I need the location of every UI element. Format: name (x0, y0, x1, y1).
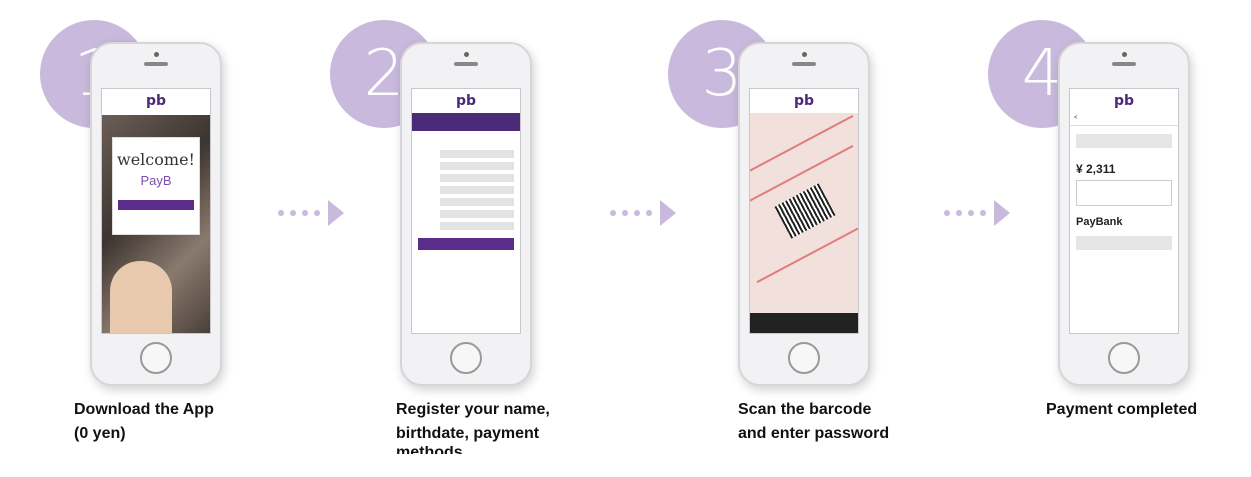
notice-box (1076, 134, 1172, 148)
step-caption: Scan the barcode and enter password (738, 398, 998, 446)
form-field[interactable] (440, 162, 514, 170)
phone-mockup: pb (400, 42, 532, 386)
caption-line: methods (396, 446, 656, 454)
arrow-dot (314, 210, 320, 216)
phone-screen: pb (749, 88, 859, 334)
start-button[interactable] (118, 200, 194, 210)
home-button[interactable] (788, 342, 820, 374)
caption-line: Download the App (74, 401, 214, 418)
step-caption: Download the App (0 yen) (74, 398, 334, 446)
welcome-card: welcome! PayB (112, 137, 200, 235)
phone-mockup: pb (738, 42, 870, 386)
phone-mockup: pb welcome! PayB (90, 42, 222, 386)
camera-view (750, 113, 858, 333)
speaker-icon (144, 62, 168, 66)
hand-image (110, 261, 172, 333)
app-logo: pb (145, 93, 167, 109)
arrow-dot (956, 210, 962, 216)
form-field[interactable] (440, 222, 514, 230)
step-caption: Payment completed (1046, 398, 1251, 422)
form-field[interactable] (440, 198, 514, 206)
form-title (412, 137, 520, 144)
form-field[interactable] (440, 210, 514, 218)
instruction-bar (750, 313, 858, 333)
caption-line: Scan the barcode (738, 401, 872, 418)
speaker-icon (792, 62, 816, 66)
progress-steps-bar (412, 113, 520, 131)
next-button[interactable] (418, 238, 514, 250)
arrow-dot (968, 210, 974, 216)
completion-header: < (1070, 111, 1178, 126)
arrow-dot (944, 210, 950, 216)
step-2: 2 pb Register your name, birthdate, paym… (330, 0, 590, 477)
step-4: 4 pb < ¥ 2,311 PayBank Payment completed (988, 0, 1248, 477)
caption-line: (0 yen) (74, 425, 126, 442)
speaker-icon (454, 62, 478, 66)
payment-amount: ¥ 2,311 (1076, 162, 1116, 176)
arrow-dot (278, 210, 284, 216)
arrow-dot (646, 210, 652, 216)
arrow-dot (610, 210, 616, 216)
phone-screen: pb < ¥ 2,311 PayBank (1069, 88, 1179, 334)
camera-icon (1122, 52, 1127, 57)
brand-text: PayB (140, 173, 172, 188)
barcode-image (774, 183, 836, 239)
caption-line: birthdate, payment (396, 425, 540, 442)
camera-icon (802, 52, 807, 57)
form-line (750, 114, 854, 174)
form-field[interactable] (440, 174, 514, 182)
app-logo: pb (455, 93, 477, 109)
speaker-icon (1112, 62, 1136, 66)
form-line (756, 224, 858, 284)
home-button[interactable] (140, 342, 172, 374)
form-field[interactable] (440, 150, 514, 158)
app-logo: pb (793, 93, 815, 109)
arrow-dot (980, 210, 986, 216)
home-button[interactable] (450, 342, 482, 374)
phone-screen: pb (411, 88, 521, 334)
camera-icon (464, 52, 469, 57)
receipt-table (1076, 180, 1172, 206)
notice-box (1076, 236, 1172, 250)
caption-line: Register your name, (396, 401, 550, 418)
app-logo: pb (1113, 93, 1135, 109)
arrow-dot (302, 210, 308, 216)
phone-mockup: pb < ¥ 2,311 PayBank (1058, 42, 1190, 386)
bank-name: PayBank (1076, 216, 1123, 228)
arrow-2 (610, 198, 676, 228)
welcome-text: welcome! (117, 150, 195, 169)
phone-screen: pb welcome! PayB (101, 88, 211, 334)
step-caption: Register your name, birthdate, payment m… (396, 398, 656, 454)
arrow-dot (634, 210, 640, 216)
home-button[interactable] (1108, 342, 1140, 374)
step-3: 3 pb Scan the barcode and enter password (668, 0, 928, 477)
caption-line: and enter password (738, 425, 890, 442)
step-1: 1 pb welcome! PayB Download the App (0 y… (40, 0, 300, 477)
caption-line: Payment completed (1046, 401, 1198, 418)
form-field[interactable] (440, 186, 514, 194)
arrow-dot (622, 210, 628, 216)
background-photo: welcome! PayB (102, 115, 210, 333)
arrow-dot (290, 210, 296, 216)
camera-icon (154, 52, 159, 57)
